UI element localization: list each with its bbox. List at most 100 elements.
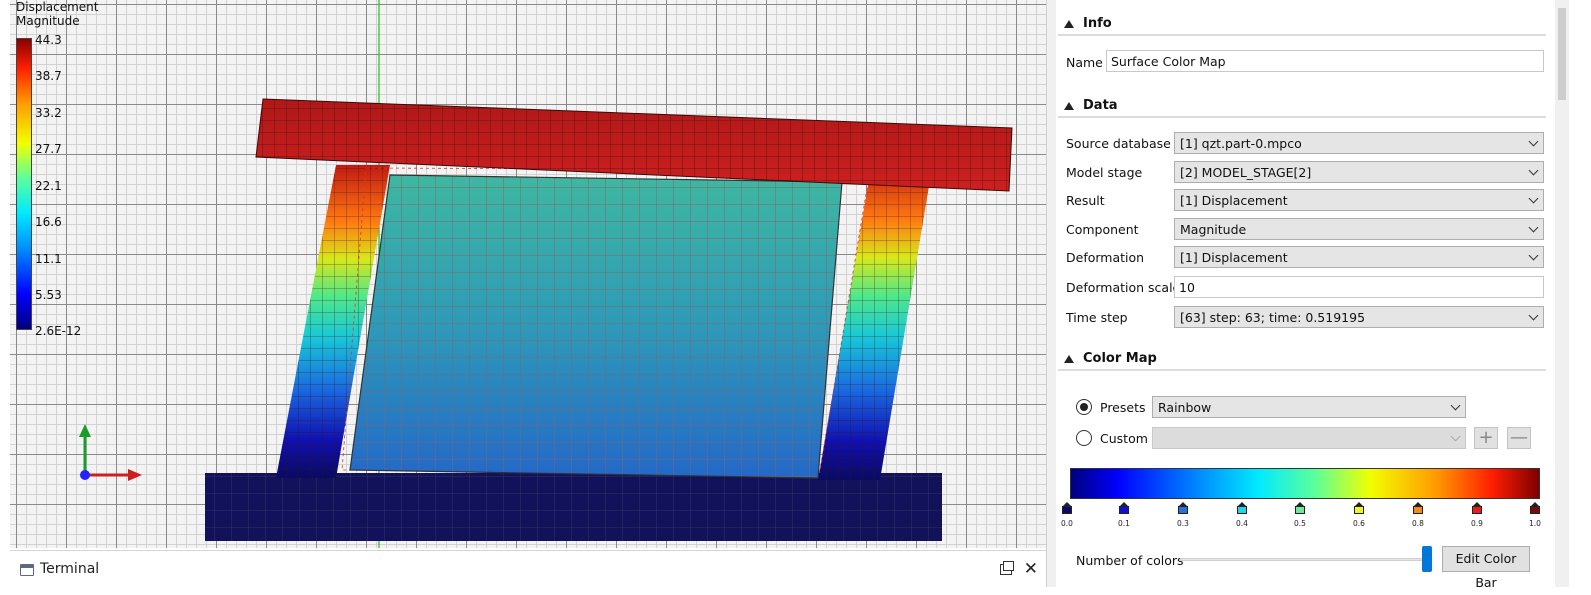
edit-color-bar-button[interactable]: Edit Color Bar [1442, 546, 1530, 590]
axes-triad-icon [79, 424, 142, 481]
color-stop-label: 0.5 [1294, 519, 1306, 528]
number-of-colors-label: Number of colors [1076, 553, 1184, 568]
legend-tick: 11.1 [35, 252, 62, 266]
deformation-select[interactable]: [1] Displacement [1174, 246, 1544, 268]
source-database-select[interactable]: [1] qzt.part-0.mpco [1174, 132, 1544, 154]
float-window-icon[interactable] [1000, 561, 1014, 575]
name-field[interactable]: Surface Color Map [1106, 50, 1544, 72]
chevron-down-icon [1528, 165, 1539, 176]
terminal-dock: Terminal ✕ [10, 550, 1046, 587]
presets-value: Rainbow [1158, 400, 1212, 415]
component-select[interactable]: Magnitude [1174, 218, 1544, 240]
chevron-down-icon [1528, 222, 1539, 233]
slider-handle[interactable] [1422, 546, 1432, 572]
presets-label: Presets [1100, 400, 1146, 415]
color-stop-marker[interactable] [1295, 502, 1305, 514]
custom-label: Custom [1100, 431, 1148, 446]
color-stop-marker[interactable] [1237, 502, 1247, 514]
scrollbar-thumb[interactable] [1558, 8, 1566, 100]
close-icon[interactable]: ✕ [1024, 559, 1038, 579]
collapse-triangle-icon[interactable] [1064, 355, 1074, 363]
color-stop-label: 0.3 [1177, 519, 1189, 528]
color-stop-marker[interactable] [1178, 502, 1188, 514]
stop-swatch [1413, 506, 1423, 514]
color-stop-marker[interactable] [1062, 502, 1072, 514]
deformation-scale-label: Deformation scale [1066, 280, 1181, 295]
legend-title-line2: Magnitude [16, 14, 80, 28]
component-label: Component [1066, 222, 1139, 237]
result-select[interactable]: [1] Displacement [1174, 189, 1544, 211]
stop-swatch [1178, 506, 1188, 514]
deformed-model [205, 0, 1013, 548]
color-stop-label: 0.8 [1412, 519, 1424, 528]
stop-swatch [1472, 506, 1482, 514]
collapse-triangle-icon[interactable] [1064, 20, 1074, 28]
color-stop-label: 0.0 [1061, 519, 1073, 528]
splitter-handle[interactable] [1046, 0, 1056, 587]
deformation-value: [1] Displacement [1180, 250, 1288, 265]
legend-tick: 44.3 [35, 33, 62, 47]
legend-color-bar [16, 38, 32, 330]
stop-swatch [1295, 506, 1305, 514]
chevron-down-icon [1528, 136, 1539, 147]
info-section-header[interactable]: Info [1058, 14, 1546, 36]
time-step-label: Time step [1066, 310, 1128, 325]
stop-swatch [1119, 506, 1129, 514]
add-colormap-button[interactable]: + [1474, 427, 1498, 449]
info-section-title: Info [1083, 16, 1112, 31]
legend-tick: 2.6E-12 [35, 324, 82, 338]
result-label: Result [1066, 193, 1105, 208]
custom-radio[interactable] [1076, 430, 1092, 446]
legend-tick: 16.6 [35, 215, 62, 229]
time-step-select[interactable]: [63] step: 63; time: 0.519195 [1174, 306, 1544, 328]
color-stop-label: 0.6 [1353, 519, 1365, 528]
properties-panel: Info Name Surface Color Map Data Source … [1056, 0, 1551, 590]
stop-swatch [1237, 506, 1247, 514]
deformation-scale-field[interactable]: 10 [1174, 276, 1544, 298]
custom-select[interactable] [1152, 427, 1466, 449]
legend-tick: 33.2 [35, 106, 62, 120]
right-margin [1569, 0, 1591, 587]
component-value: Magnitude [1180, 222, 1247, 237]
chevron-down-icon [1450, 400, 1461, 411]
color-map-preview [1070, 468, 1540, 499]
color-map-section-header[interactable]: Color Map [1058, 349, 1546, 371]
color-stop-label: 0.4 [1236, 519, 1248, 528]
chevron-down-icon [1528, 310, 1539, 321]
color-stop-marker[interactable] [1413, 502, 1423, 514]
left-margin [0, 0, 10, 548]
color-stop-label: 1.0 [1529, 519, 1541, 528]
color-stop-label: 0.1 [1118, 519, 1130, 528]
color-stop-marker[interactable] [1530, 502, 1540, 514]
legend-tick: 5.53 [35, 288, 62, 302]
terminal-icon [20, 564, 34, 576]
remove-colormap-button[interactable]: — [1507, 427, 1531, 449]
time-step-value: [63] step: 63; time: 0.519195 [1180, 310, 1366, 325]
presets-radio[interactable] [1076, 399, 1092, 415]
stop-swatch [1530, 506, 1540, 514]
presets-select[interactable]: Rainbow [1152, 396, 1466, 418]
color-stop-marker[interactable] [1472, 502, 1482, 514]
color-map-section-title: Color Map [1083, 351, 1157, 366]
data-section-header[interactable]: Data [1058, 96, 1546, 118]
color-stop-marker[interactable] [1354, 502, 1364, 514]
collapse-triangle-icon[interactable] [1064, 102, 1074, 110]
3d-viewport[interactable]: Displacement Magnitude 44.3 38.7 33.2 27… [10, 0, 1046, 548]
chevron-down-icon [1528, 250, 1539, 261]
stop-swatch [1062, 506, 1072, 514]
panel-scrollbar[interactable] [1555, 0, 1569, 587]
color-stop-marker[interactable] [1119, 502, 1129, 514]
number-of-colors-slider[interactable] [1180, 558, 1424, 561]
chevron-down-icon [1528, 193, 1539, 204]
source-database-value: [1] qzt.part-0.mpco [1180, 136, 1302, 151]
model-stage-select[interactable]: [2] MODEL_STAGE[2] [1174, 161, 1544, 183]
legend-tick: 38.7 [35, 69, 62, 83]
model-stage-value: [2] MODEL_STAGE[2] [1180, 165, 1312, 180]
deformation-label: Deformation [1066, 250, 1145, 265]
legend-tick: 27.7 [35, 142, 62, 156]
chevron-down-icon [1450, 431, 1461, 442]
color-stop-label: 0.9 [1471, 519, 1483, 528]
terminal-title[interactable]: Terminal [40, 561, 99, 577]
legend-title-line1: Displacement [16, 0, 99, 14]
source-database-label: Source database [1066, 136, 1171, 151]
